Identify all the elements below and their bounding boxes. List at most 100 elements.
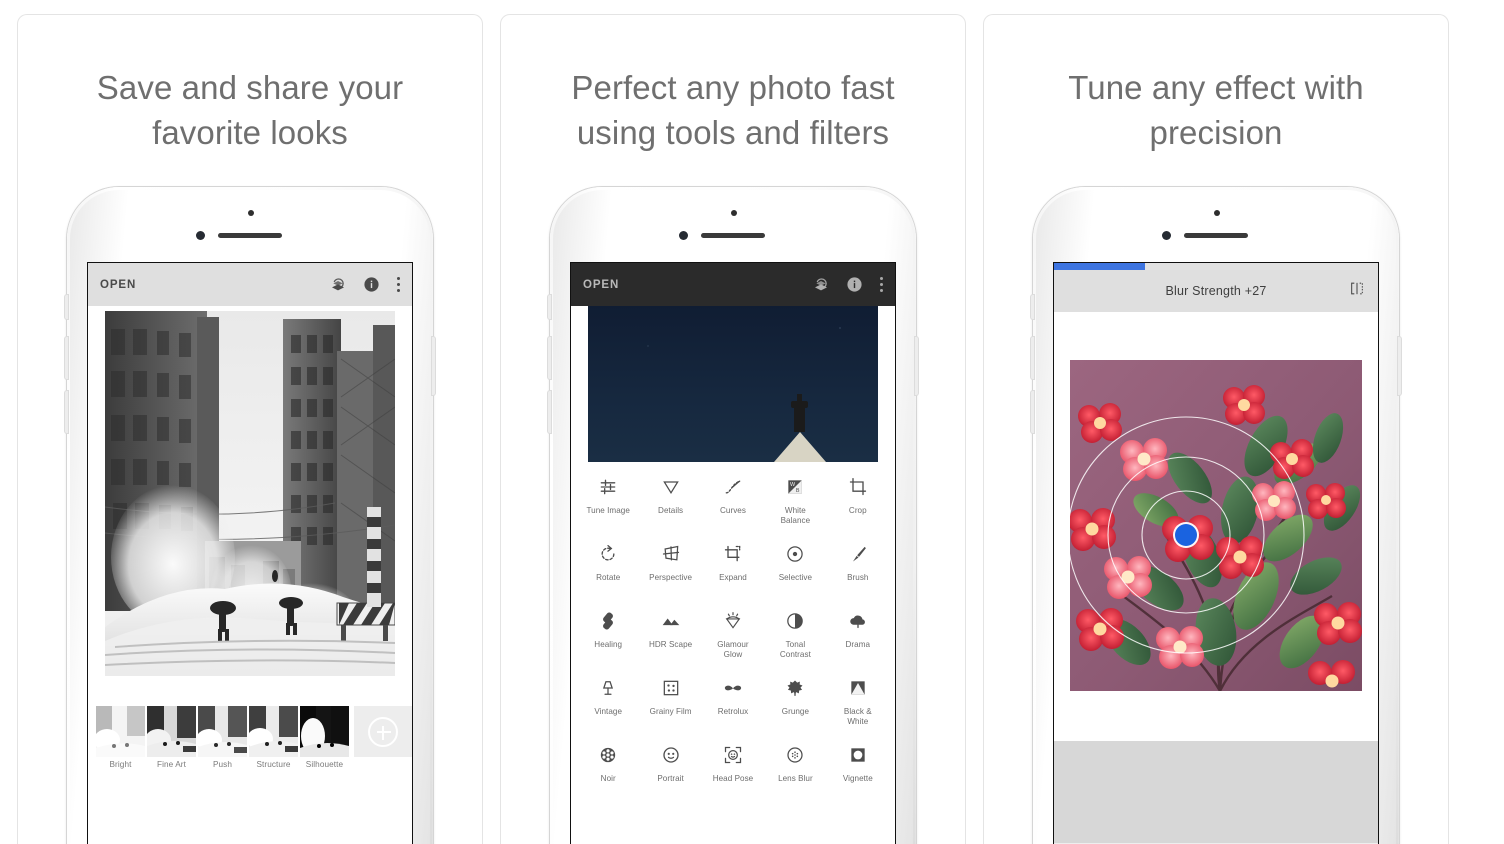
volume-up-button [65,337,68,379]
silent-switch [65,295,68,319]
page-title: Perfect any photo fast using tools and f… [571,69,895,151]
tool-curves[interactable]: Curves [702,474,764,541]
photo-canvas[interactable] [571,306,895,462]
tool-glamour-glow[interactable]: Glamour Glow [702,608,764,675]
tool-white-balance[interactable]: W B White Balance [764,474,826,541]
grain-icon [661,675,681,701]
info-icon[interactable] [846,276,863,293]
tool-crop[interactable]: Crop [827,474,889,541]
contrast-icon [785,608,805,634]
tool-perspective[interactable]: Perspective [639,541,701,608]
look-label: Push [212,760,233,769]
tool-label: Vignette [842,774,873,783]
look-item[interactable]: Bright [96,706,145,769]
add-look-button[interactable] [354,706,412,757]
earpiece-speaker [1184,233,1248,238]
tool-label: Curves [720,506,746,515]
tool-drama[interactable]: Drama [827,608,889,675]
look-thumbnail[interactable] [300,706,349,757]
overflow-menu-icon[interactable] [880,277,883,292]
open-button[interactable]: OPEN [100,279,136,291]
tool-tonal-contrast[interactable]: Tonal Contrast [764,608,826,675]
tool-label: Perspective [649,573,693,582]
perspective-icon [661,541,681,567]
app-bar: OPEN [88,263,412,306]
power-button [915,337,918,395]
crop-icon [848,474,868,500]
tools-grid[interactable]: Tune Image Details Curves W B White Bala… [571,462,895,844]
proximity-sensor [248,210,254,216]
proximity-sensor [1214,210,1220,216]
tool-head-pose[interactable]: Head Pose [702,742,764,809]
look-item[interactable]: Silhouette [300,706,349,769]
head-pose-icon [723,742,743,768]
grunge-icon [785,675,805,701]
tool-label: Lens Blur [778,774,813,783]
tool-retrolux[interactable]: Retrolux [702,675,764,742]
brush-icon [848,541,868,567]
night-photo [588,306,878,462]
parameter-value-label: Blur Strength +27 [1165,284,1267,298]
phone-screen: Blur Strength +27 [1054,263,1378,844]
plus-icon [368,716,398,747]
looks-filmstrip[interactable]: Bright Fine Art Push Structure Silhouett… [88,706,412,776]
tool-grunge[interactable]: Grunge [764,675,826,742]
lens-blur-icon [785,742,805,768]
front-camera [196,231,205,240]
photo-canvas[interactable] [1070,360,1362,691]
tool-selective[interactable]: Selective [764,541,826,608]
look-item[interactable]: Fine Art [147,706,196,769]
tool-healing[interactable]: Healing [577,608,639,675]
tool-vignette[interactable]: Vignette [827,742,889,809]
healing-icon [598,608,618,634]
look-thumbnail[interactable] [249,706,298,757]
selective-icon [785,541,805,567]
tool-label: Crop [848,506,867,515]
look-item[interactable]: Structure [249,706,298,769]
tool-rotate[interactable]: Rotate [577,541,639,608]
stack-compare-icon[interactable] [330,277,346,293]
info-icon[interactable] [363,276,380,293]
tool-noir[interactable]: Noir [577,742,639,809]
tool-black-white[interactable]: Black & White [827,675,889,742]
look-label: Structure [256,760,291,769]
look-item[interactable]: Push [198,706,247,769]
look-label: Fine Art [156,760,186,769]
tool-label: HDR Scape [649,640,693,649]
tool-label: Healing [594,640,623,649]
tool-label: Retrolux [717,707,749,716]
tool-label: Noir [600,774,616,783]
tool-label: Tonal Contrast [779,640,811,659]
cloud-icon [848,608,868,634]
overflow-menu-icon[interactable] [397,277,400,292]
phone-mockup-1: OPEN Bright Fine Art Push Structure Silh… [65,187,435,844]
silent-switch [1031,295,1034,319]
power-button [1398,337,1401,395]
tool-portrait[interactable]: Portrait [639,742,701,809]
parameter-progress-bar[interactable] [1054,263,1378,270]
tool-hdr-scape[interactable]: HDR Scape [639,608,701,675]
tool-vintage[interactable]: Vintage [577,675,639,742]
look-thumbnail[interactable] [147,706,196,757]
look-label: Silhouette [305,760,344,769]
tool-lens-blur[interactable]: Lens Blur [764,742,826,809]
feature-card-looks: Save and share your favorite looks OPEN [17,14,483,844]
look-thumbnail[interactable] [96,706,145,757]
open-button[interactable]: OPEN [583,279,619,291]
tool-label: Tune Image [586,506,630,515]
tool-label: Expand [719,573,747,582]
compare-icon[interactable] [1349,281,1365,302]
tool-label: Rotate [596,573,621,582]
volume-down-button [1031,391,1034,433]
stack-compare-icon[interactable] [813,277,829,293]
tool-grainy-film[interactable]: Grainy Film [639,675,701,742]
front-camera [1162,231,1171,240]
photo-canvas[interactable] [105,311,395,676]
phone-frame: OPEN [65,187,435,844]
tool-tune-image[interactable]: Tune Image [577,474,639,541]
tool-brush[interactable]: Brush [827,541,889,608]
look-thumbnail[interactable] [198,706,247,757]
black-white-icon [848,675,868,701]
tool-expand[interactable]: Expand [702,541,764,608]
tool-details[interactable]: Details [639,474,701,541]
